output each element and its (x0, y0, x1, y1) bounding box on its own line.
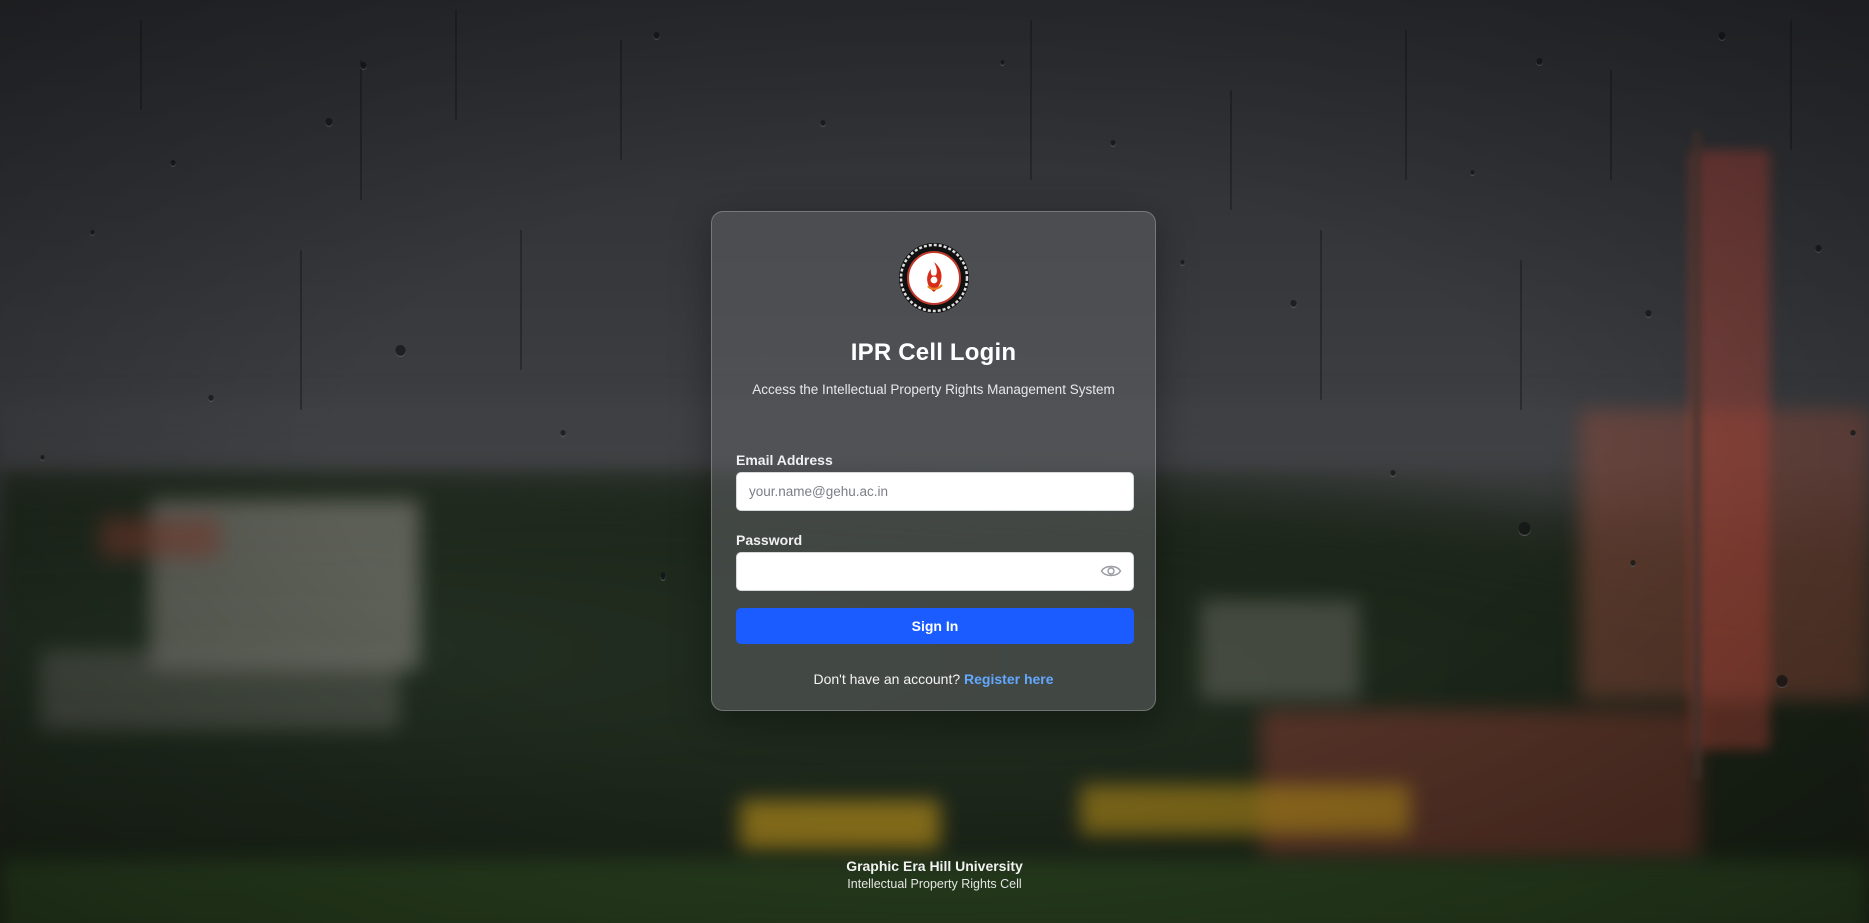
password-label: Password (736, 532, 803, 548)
password-field[interactable] (736, 552, 1134, 591)
email-field[interactable] (736, 472, 1134, 511)
footer: Graphic Era Hill University Intellectual… (0, 858, 1869, 891)
register-link[interactable]: Register here (964, 671, 1053, 687)
page-subtitle: Access the Intellectual Property Rights … (752, 382, 1115, 397)
register-prompt: Don't have an account? (813, 671, 961, 687)
footer-university: Graphic Era Hill University (846, 858, 1023, 874)
sign-in-button[interactable]: Sign In (736, 608, 1134, 644)
email-label: Email Address (736, 452, 833, 468)
university-seal-logo (898, 242, 970, 314)
eye-icon[interactable] (1100, 563, 1122, 579)
register-line: Don't have an account? Register here (712, 671, 1155, 687)
page-title: IPR Cell Login (850, 339, 1017, 366)
footer-cell: Intellectual Property Rights Cell (847, 877, 1022, 891)
login-card: IPR Cell Login Access the Intellectual P… (711, 211, 1156, 711)
